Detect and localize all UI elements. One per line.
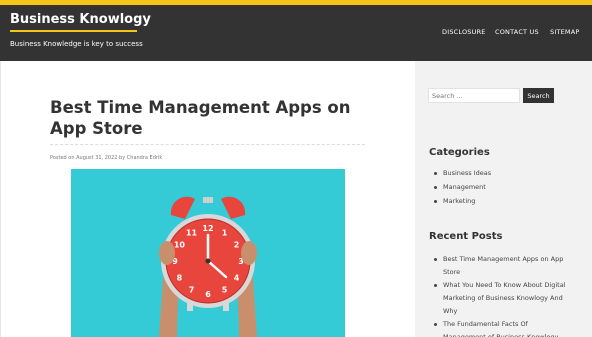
bullet xyxy=(434,186,437,189)
categories-title: Categories xyxy=(429,147,490,158)
clock-numeral: 1 xyxy=(222,228,228,237)
clock-numeral: 2 xyxy=(234,241,240,250)
bullet xyxy=(434,284,437,287)
clock-numeral: 11 xyxy=(186,228,198,237)
title-underline xyxy=(10,30,137,32)
site-title[interactable]: Business Knowlogy xyxy=(10,13,151,27)
recent-posts-title: Recent Posts xyxy=(429,231,503,242)
post-title[interactable]: Best Time Management Apps on App Store xyxy=(50,97,380,139)
search-input[interactable] xyxy=(428,88,520,103)
category-marketing[interactable]: Marketing xyxy=(443,195,571,208)
clock-numeral: 10 xyxy=(174,241,186,250)
featured-image: 12 1 2 3 4 5 6 7 8 9 10 11 xyxy=(71,169,345,337)
clock-numeral: 5 xyxy=(222,286,228,295)
post-meta: Posted on August 31, 2022 by Chandra Edr… xyxy=(50,155,163,161)
search-button[interactable]: Search xyxy=(523,88,554,103)
recent-post-link[interactable]: Best Time Management Apps on App Store xyxy=(443,253,571,279)
category-management[interactable]: Management xyxy=(443,181,571,194)
nav-sitemap[interactable]: SITEMAP xyxy=(550,28,580,36)
nav-contact-us[interactable]: CONTACT US xyxy=(495,28,539,36)
bullet xyxy=(434,172,437,175)
recent-post-link[interactable]: What You Need To Know About Digital Mark… xyxy=(443,279,571,318)
clock-numeral: 4 xyxy=(234,274,240,283)
site-tagline: Business Knowledge is key to success xyxy=(10,40,143,48)
nav-disclosure[interactable]: DISCLOSURE xyxy=(442,28,486,36)
bullet xyxy=(434,200,437,203)
clock-numeral: 7 xyxy=(189,286,195,295)
clock-numeral: 12 xyxy=(202,224,213,233)
clock-numeral: 8 xyxy=(177,274,183,283)
recent-post-link[interactable]: The Fundamental Facts Of Management of B… xyxy=(443,318,571,337)
title-divider xyxy=(50,144,365,145)
left-bell xyxy=(170,196,195,219)
bullet xyxy=(434,323,437,326)
category-business-ideas[interactable]: Business Ideas xyxy=(443,167,571,180)
bullet xyxy=(434,258,437,261)
clock-numeral: 6 xyxy=(205,290,211,299)
alarm-clock-illustration: 12 1234567891011 xyxy=(159,196,257,337)
right-bell xyxy=(221,196,246,219)
